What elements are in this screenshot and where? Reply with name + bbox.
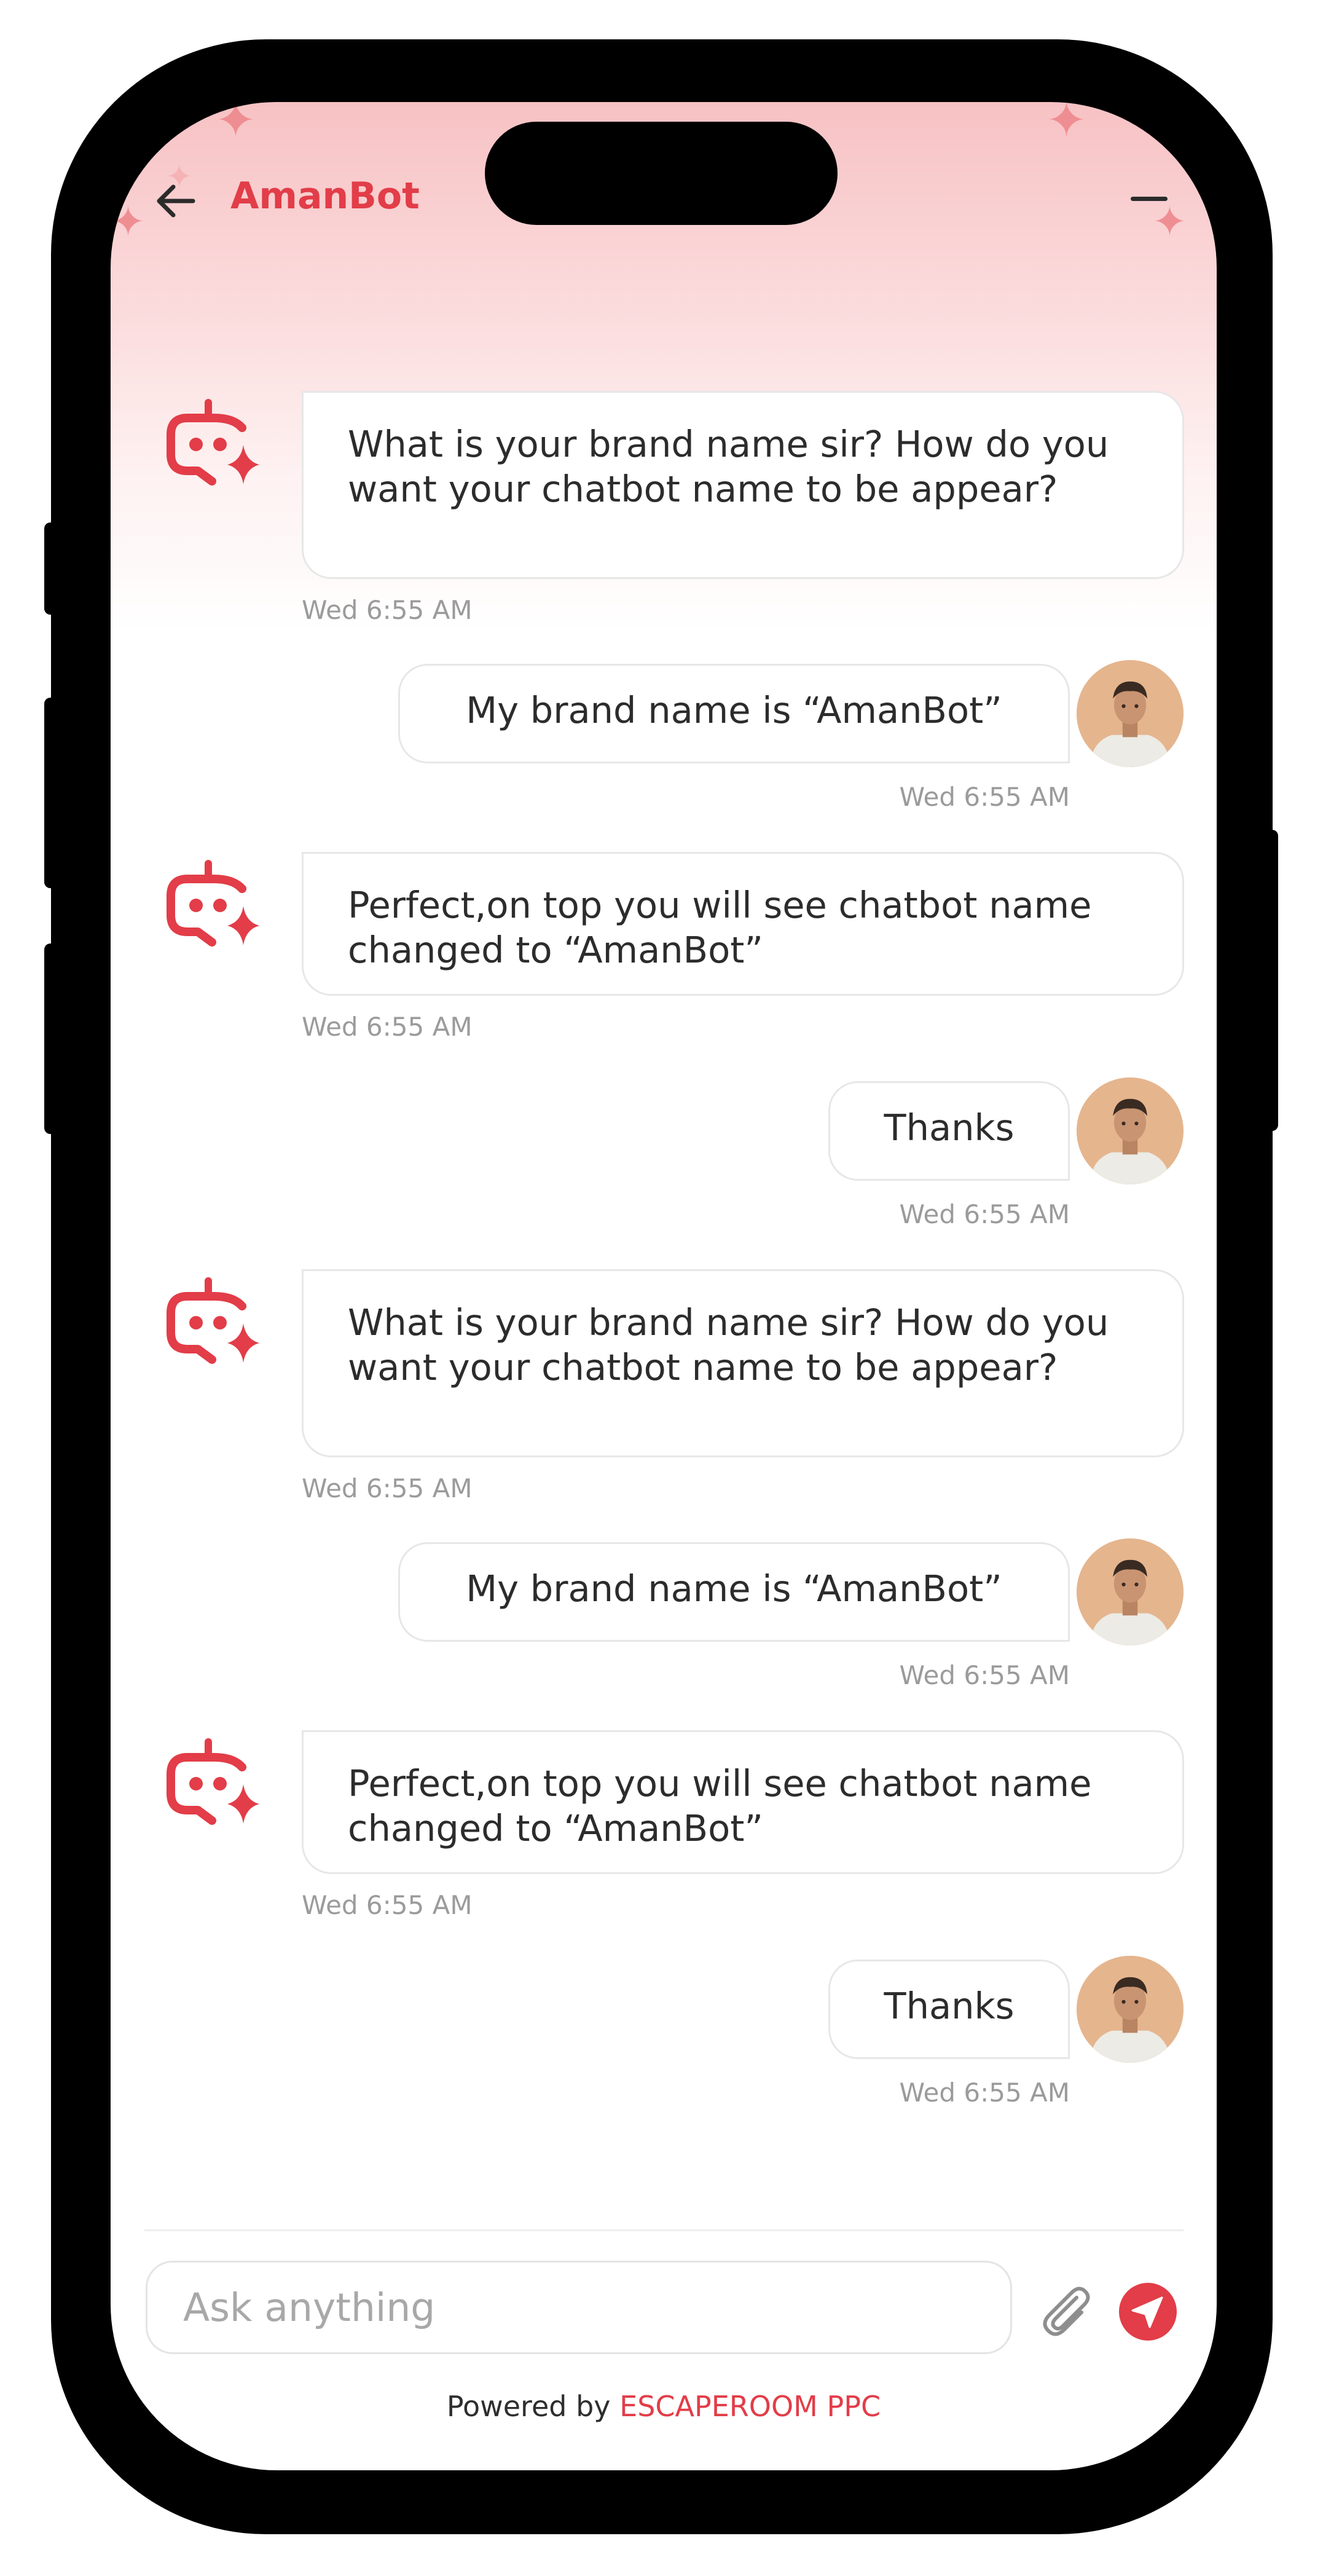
message-timestamp: Wed 6:55 AM [302, 1012, 473, 1042]
chatbot-sparkle-icon [160, 1736, 264, 1829]
user-avatar [1077, 1077, 1184, 1184]
user-message-bubble: My brand name is “AmanBot” [398, 1542, 1070, 1642]
powered-by: Powered by ESCAPEROOM PPC [111, 2390, 1217, 2423]
phone-volume-down-button [44, 943, 57, 1134]
bot-message-bubble: What is your brand name sir? How do you … [302, 1269, 1184, 1457]
user-avatar [1077, 1538, 1184, 1645]
user-message-bubble: My brand name is “AmanBot” [398, 664, 1070, 763]
user-message-bubble: Thanks [828, 1960, 1070, 2059]
phone-action-button [44, 522, 57, 615]
message-timestamp: Wed 6:55 AM [302, 595, 473, 625]
bot-message-bubble: Perfect,on top you will see chatbot name… [302, 1730, 1184, 1874]
chatbot-sparkle-icon [160, 858, 264, 950]
paper-plane-icon [1131, 2296, 1163, 2328]
message-input[interactable] [146, 2261, 1012, 2354]
chatbot-sparkle-icon [160, 397, 264, 489]
chatbot-sparkle-icon [160, 1275, 264, 1368]
send-button[interactable] [1119, 2283, 1177, 2341]
message-timestamp: Wed 6:55 AM [302, 1473, 473, 1503]
powered-by-prefix: Powered by [446, 2390, 611, 2423]
chat-screen: ✦ ✦ ✦ ✦ ✦ AmanBot What is your brand nam… [111, 102, 1217, 2470]
message-timestamp: Wed 6:55 AM [899, 1660, 1070, 1690]
composer-divider [144, 2229, 1184, 2231]
powered-by-brand[interactable]: ESCAPEROOM PPC [619, 2390, 881, 2423]
minimize-icon[interactable] [1131, 184, 1168, 214]
sparkle-icon: ✦ [1046, 102, 1088, 149]
message-timestamp: Wed 6:55 AM [899, 2078, 1070, 2108]
dynamic-island [485, 122, 838, 225]
bot-message-bubble: Perfect,on top you will see chatbot name… [302, 852, 1184, 996]
message-timestamp: Wed 6:55 AM [899, 782, 1070, 812]
phone-volume-up-button [44, 698, 57, 888]
paperclip-icon[interactable] [1038, 2283, 1095, 2339]
message-timestamp: Wed 6:55 AM [899, 1199, 1070, 1229]
message-timestamp: Wed 6:55 AM [302, 1890, 473, 1920]
user-message-bubble: Thanks [828, 1081, 1070, 1181]
phone-power-button [1266, 830, 1278, 1131]
user-avatar [1077, 660, 1184, 767]
chat-title: AmanBot [230, 175, 420, 218]
user-avatar [1077, 1956, 1184, 2063]
sparkle-icon: ✦ [111, 198, 146, 246]
sparkle-icon: ✦ [215, 102, 257, 149]
arrow-left-icon[interactable] [152, 178, 199, 224]
bot-message-bubble: What is your brand name sir? How do you … [302, 391, 1184, 579]
